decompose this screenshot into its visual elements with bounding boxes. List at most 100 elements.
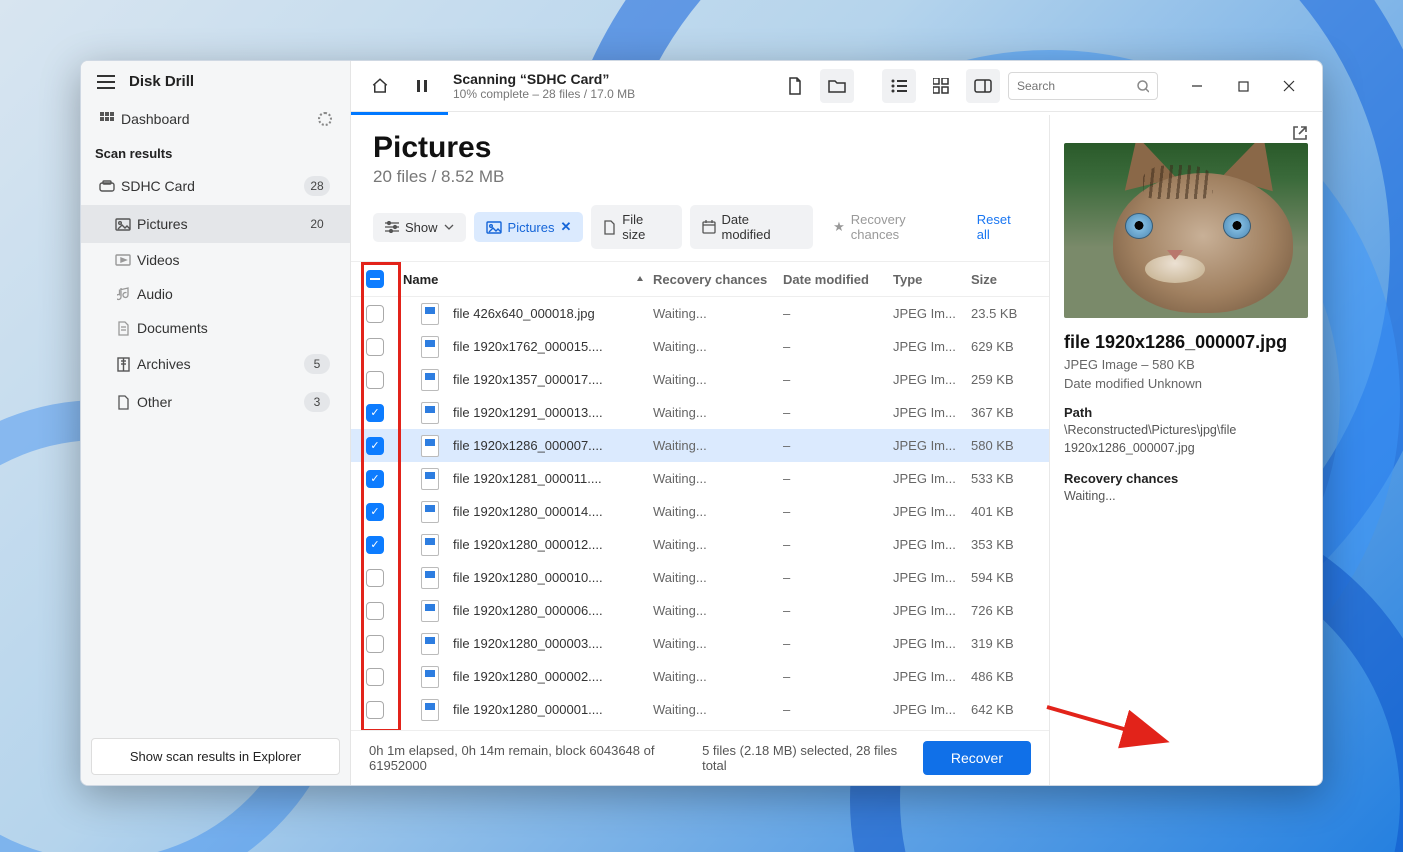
maximize-button[interactable] xyxy=(1222,71,1264,101)
table-row[interactable]: file 1920x1280_000002....Waiting...–JPEG… xyxy=(351,660,1049,693)
open-external-icon[interactable] xyxy=(1292,125,1308,141)
row-checkbox[interactable] xyxy=(366,338,384,356)
sidebar-item-other[interactable]: Other3 xyxy=(81,383,350,421)
panel-toggle-button[interactable] xyxy=(966,69,1000,103)
pictures-filter-chip[interactable]: Pictures ✕ xyxy=(474,212,584,242)
preview-recovery: Waiting... xyxy=(1064,488,1308,506)
column-date[interactable]: Date modified xyxy=(783,272,893,287)
menu-icon[interactable] xyxy=(97,75,115,89)
row-checkbox[interactable] xyxy=(366,371,384,389)
table-row[interactable]: ✓file 1920x1280_000012....Waiting...–JPE… xyxy=(351,528,1049,561)
sidebar-item-audio[interactable]: Audio xyxy=(81,277,350,311)
category-icon xyxy=(115,216,131,232)
row-checkbox[interactable]: ✓ xyxy=(366,503,384,521)
cell-recovery: Waiting... xyxy=(653,537,783,552)
table-row[interactable]: file 1920x1280_000003....Waiting...–JPEG… xyxy=(351,627,1049,660)
file-name: file 1920x1280_000012.... xyxy=(453,537,603,552)
minimize-button[interactable] xyxy=(1176,71,1218,101)
file-size-filter[interactable]: File size xyxy=(591,205,681,249)
file-name: file 1920x1281_000011.... xyxy=(453,471,602,486)
sidebar-item-dashboard[interactable]: Dashboard xyxy=(81,102,350,136)
column-recovery[interactable]: Recovery chances xyxy=(653,272,783,287)
table-row[interactable]: ✓file 1920x1280_000014....Waiting...–JPE… xyxy=(351,495,1049,528)
search-input[interactable] xyxy=(1017,79,1137,93)
table-row[interactable]: ✓file 1920x1291_000013....Waiting...–JPE… xyxy=(351,396,1049,429)
grid-view-button[interactable] xyxy=(924,69,958,103)
row-checkbox[interactable]: ✓ xyxy=(366,404,384,422)
toolbar: Scanning “SDHC Card” 10% complete – 28 f… xyxy=(351,61,1322,112)
reset-all-link[interactable]: Reset all xyxy=(977,212,1027,242)
cell-type: JPEG Im... xyxy=(893,339,971,354)
sidebar: Disk Drill Dashboard Scan results SDHC C… xyxy=(81,61,351,785)
cell-recovery: Waiting... xyxy=(653,702,783,717)
recovery-chances-filter[interactable]: ★ Recovery chances xyxy=(821,205,969,249)
column-type[interactable]: Type xyxy=(893,272,971,287)
preview-path-label: Path xyxy=(1064,405,1308,420)
file-icon xyxy=(421,435,439,457)
row-checkbox[interactable] xyxy=(366,569,384,587)
category-icon xyxy=(115,286,131,302)
cell-size: 486 KB xyxy=(971,669,1049,684)
cell-size: 594 KB xyxy=(971,570,1049,585)
row-checkbox[interactable] xyxy=(366,668,384,686)
table-row[interactable]: file 426x640_000018.jpgWaiting...–JPEG I… xyxy=(351,297,1049,330)
row-checkbox[interactable] xyxy=(366,701,384,719)
close-button[interactable] xyxy=(1268,71,1310,101)
column-size[interactable]: Size xyxy=(971,272,1049,287)
sidebar-item-sdhc-card[interactable]: SDHC Card28 xyxy=(81,167,350,205)
cell-date: – xyxy=(783,405,893,420)
table-row[interactable]: file 1920x1357_000017....Waiting...–JPEG… xyxy=(351,363,1049,396)
file-icon xyxy=(421,567,439,589)
table-row[interactable]: file 1920x1280_000006....Waiting...–JPEG… xyxy=(351,594,1049,627)
row-checkbox[interactable]: ✓ xyxy=(366,536,384,554)
sidebar-item-archives[interactable]: Archives5 xyxy=(81,345,350,383)
select-all-checkbox[interactable] xyxy=(366,270,384,288)
category-icon xyxy=(115,252,131,268)
cell-size: 629 KB xyxy=(971,339,1049,354)
cell-recovery: Waiting... xyxy=(653,669,783,684)
column-name[interactable]: Name xyxy=(399,272,653,287)
file-icon xyxy=(421,402,439,424)
file-name: file 1920x1280_000001.... xyxy=(453,702,603,717)
row-checkbox[interactable]: ✓ xyxy=(366,437,384,455)
cell-size: 401 KB xyxy=(971,504,1049,519)
row-checkbox[interactable] xyxy=(366,602,384,620)
file-icon xyxy=(421,303,439,325)
count-badge: 3 xyxy=(304,392,330,412)
table-row[interactable]: ✓file 1920x1286_000007....Waiting...–JPE… xyxy=(351,429,1049,462)
file-icon[interactable] xyxy=(778,69,812,103)
count-badge: 5 xyxy=(304,354,330,374)
row-checkbox[interactable]: ✓ xyxy=(366,470,384,488)
table-row[interactable]: file 1920x1280_000001....Waiting...–JPEG… xyxy=(351,693,1049,726)
sidebar-item-videos[interactable]: Videos xyxy=(81,243,350,277)
date-modified-filter[interactable]: Date modified xyxy=(690,205,813,249)
row-checkbox[interactable] xyxy=(366,635,384,653)
folder-icon[interactable] xyxy=(820,69,854,103)
file-name: file 1920x1286_000007.... xyxy=(453,438,603,453)
row-checkbox[interactable] xyxy=(366,305,384,323)
preview-path: \Reconstructed\Pictures\jpg\file 1920x12… xyxy=(1064,422,1308,457)
sidebar-item-label: Videos xyxy=(137,252,180,268)
table-row[interactable]: file 1920x1280_000010....Waiting...–JPEG… xyxy=(351,561,1049,594)
show-filter[interactable]: Show xyxy=(373,213,466,242)
sidebar-item-documents[interactable]: Documents xyxy=(81,311,350,345)
show-in-explorer-button[interactable]: Show scan results in Explorer xyxy=(91,738,340,775)
sidebar-item-pictures[interactable]: Pictures20 xyxy=(81,205,350,243)
file-name: file 1920x1280_000002.... xyxy=(453,669,603,684)
search-field[interactable] xyxy=(1008,72,1158,100)
chevron-down-icon xyxy=(444,224,454,230)
filter-bar: Show Pictures ✕ File size Date mod xyxy=(351,197,1049,262)
table-row[interactable]: ✓file 1920x1281_000011....Waiting...–JPE… xyxy=(351,462,1049,495)
cell-size: 23.5 KB xyxy=(971,306,1049,321)
cell-type: JPEG Im... xyxy=(893,438,971,453)
count-badge: 28 xyxy=(304,176,330,196)
list-view-button[interactable] xyxy=(882,69,916,103)
pause-button[interactable] xyxy=(405,69,439,103)
file-name: file 1920x1762_000015.... xyxy=(453,339,603,354)
table-row[interactable]: file 1920x1762_000015....Waiting...–JPEG… xyxy=(351,330,1049,363)
recover-button[interactable]: Recover xyxy=(923,741,1031,775)
close-icon[interactable]: ✕ xyxy=(561,219,572,235)
status-bar: 0h 1m elapsed, 0h 14m remain, block 6043… xyxy=(351,730,1049,785)
home-button[interactable] xyxy=(363,69,397,103)
cell-size: 580 KB xyxy=(971,438,1049,453)
